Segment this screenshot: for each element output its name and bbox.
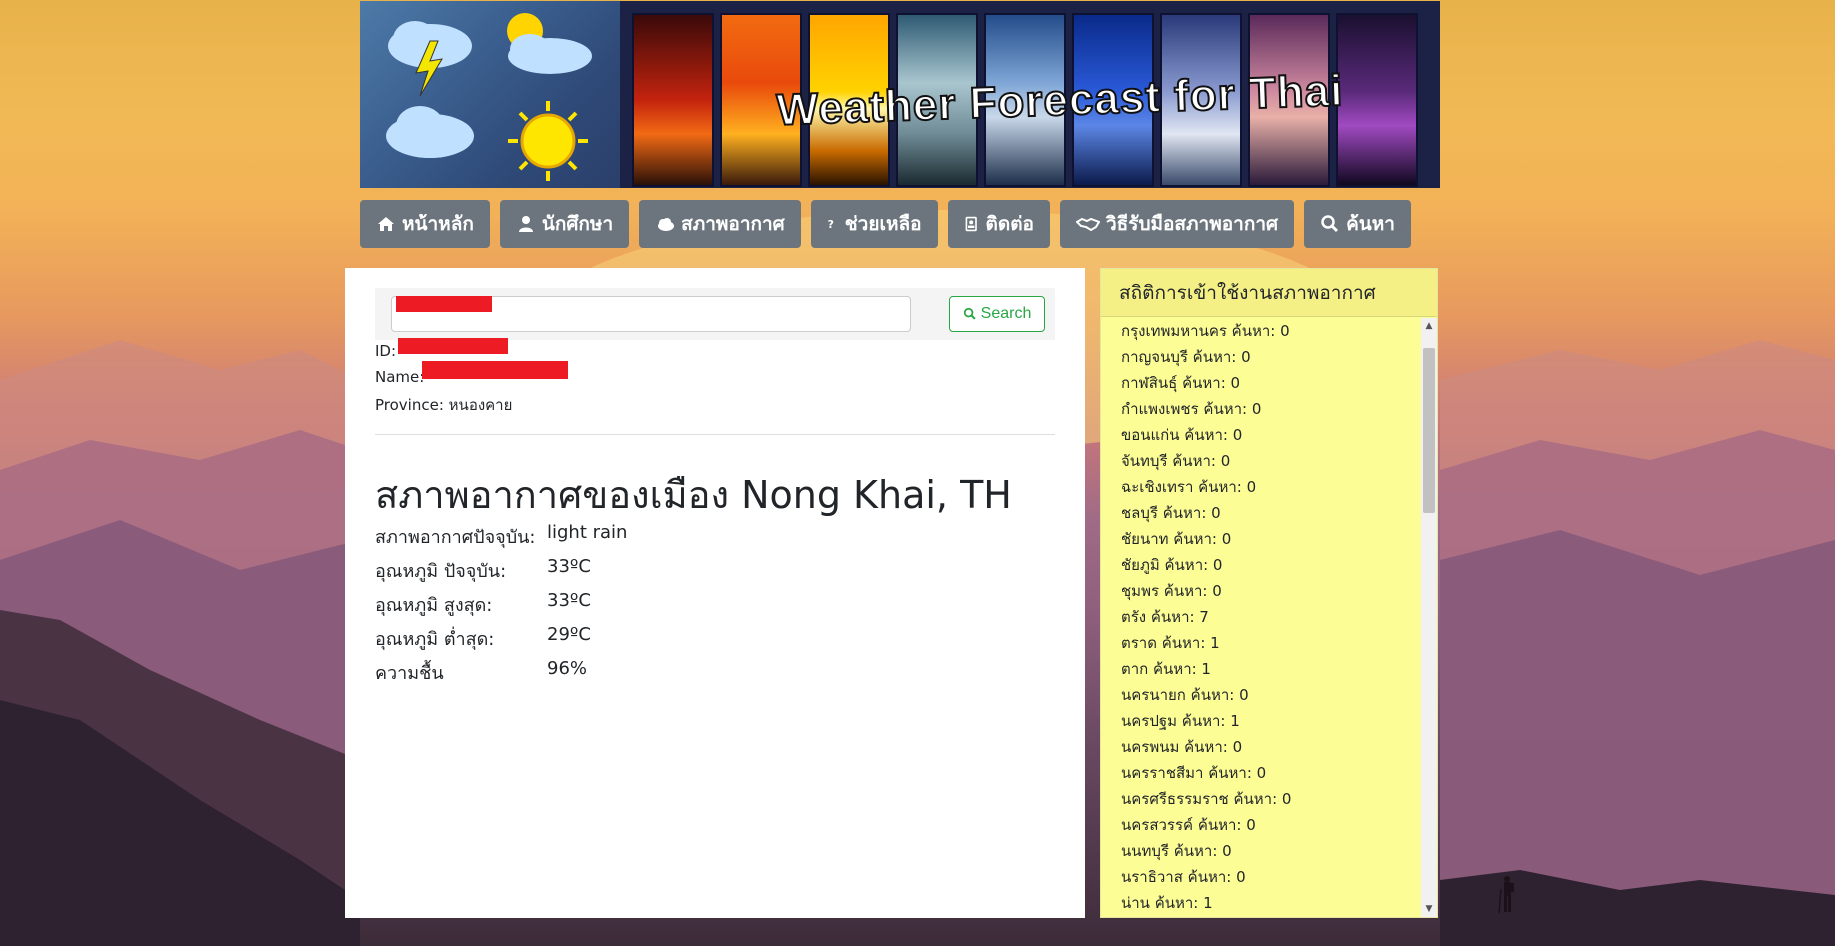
redaction-bar [422,361,568,379]
stats-list-item: นครปฐม ค้นหา: 1 [1121,712,1240,730]
weather-value: 33ºC [547,590,591,611]
weather-value: 29ºC [547,624,591,645]
nav-help-label: ช่วยเหลือ [844,213,922,235]
user-icon [518,216,533,232]
search-icon [1321,215,1339,233]
storm-cloud-icon [388,21,472,97]
nav-search-label: ค้นหา [1346,213,1395,235]
nav-help-button[interactable]: ? ช่วยเหลือ [810,200,938,248]
weather-value: light rain [547,522,628,543]
stats-scrollbar[interactable]: ▲ ▼ [1421,318,1437,917]
sun-icon [508,101,588,181]
stats-list-item: ชัยภูมิ ค้นหา: 0 [1121,556,1223,574]
student-search-bar: Search [375,288,1055,340]
stats-list-item: นครสวรรค์ ค้นหา: 0 [1121,816,1256,834]
stats-list-item: กาญจนบุรี ค้นหา: 0 [1121,348,1251,366]
stats-list-item: ชุมพร ค้นหา: 0 [1121,582,1222,600]
stats-list-item: ชลบุรี ค้นหา: 0 [1121,504,1221,522]
weather-row: สภาพอากาศปัจจุบัน: light rain [375,522,627,551]
stats-list[interactable]: กรุงเทพมหานคร ค้นหา: 0 กาญจนบุรี ค้นหา: 0… [1101,318,1423,917]
stats-panel: สถิติการเข้าใช้งานสภาพอากาศ กรุงเทพมหานค… [1100,268,1438,918]
stats-list-item: นครพนม ค้นหา: 0 [1121,738,1243,756]
weather-row: อุณหภูมิ สูงสุด: 33ºC [375,590,591,619]
nav-contact-button[interactable]: ติดต่อ [947,200,1050,248]
weather-label: อุณหภูมิ ต่ำสุด: [375,629,495,650]
hiker-silhouette [1498,876,1514,914]
weather-label: อุณหภูมิ ปัจจุบัน: [375,561,507,582]
student-province-row: Province: หนองคาย [375,393,512,417]
scroll-up-arrow-icon[interactable]: ▲ [1421,318,1437,334]
nav-student-button[interactable]: นักศึกษา [499,200,630,248]
stats-list-item: ชัยนาท ค้นหา: 0 [1121,530,1232,548]
nav-weather-label: สภาพอากาศ [681,213,785,235]
divider [375,434,1055,435]
student-name-label: Name: [375,368,425,386]
cloud-icon [386,106,474,158]
student-id-label: ID: [375,342,397,360]
contact-card-icon [965,216,977,232]
stats-list-item: กาฬสินธุ์ ค้นหา: 0 [1121,374,1241,392]
main-panel: Search ID: Name: Province: หนองคาย สภาพอ… [345,268,1085,918]
stats-list-item: ตราด ค้นหา: 1 [1121,634,1220,652]
nav-search-button[interactable]: ค้นหา [1304,200,1411,248]
nav-student-label: นักศึกษา [541,213,614,235]
weather-row: อุณหภูมิ ต่ำสุด: 29ºC [375,624,591,653]
stats-title: สถิติการเข้าใช้งานสภาพอากาศ [1101,269,1437,317]
weather-value: 33ºC [547,556,591,577]
stats-list-item: กรุงเทพมหานคร ค้นหา: 0 [1121,322,1290,340]
stats-list-item: ตรัง ค้นหา: 7 [1121,608,1209,626]
redaction-bar [398,338,508,354]
stats-list-item: นครราชสีมา ค้นหา: 0 [1121,764,1267,782]
home-icon [378,217,394,231]
svg-text:?: ? [827,218,833,231]
banner-weather-icons [360,1,620,188]
weather-row: ความชื้น 96% [375,658,587,687]
redaction-bar [396,296,492,312]
weather-row: อุณหภูมิ ปัจจุบัน: 33ºC [375,556,591,585]
stats-list-item: นครนายก ค้นหา: 0 [1121,686,1249,704]
stats-list-item: นนทบุรี ค้นหา: 0 [1121,842,1232,860]
stats-list-item: ฉะเชิงเทรา ค้นหา: 0 [1121,478,1257,496]
student-province-value: หนองคาย [448,396,513,414]
sun-cloud-icon [507,13,592,74]
nav-weather-button[interactable]: สภาพอากาศ [639,200,801,248]
weather-label: สภาพอากาศปัจจุบัน: [375,527,536,548]
site-banner: Weather Forecast for Thai [360,1,1440,188]
weather-label: อุณหภูมิ สูงสุด: [375,595,493,616]
nav-weather-guide-label: วิธีรับมือสภาพอากาศ [1105,213,1279,235]
stats-list-item: ตาก ค้นหา: 1 [1121,660,1211,678]
weather-value: 96% [547,658,588,679]
weather-city-heading: สภาพอากาศของเมือง Nong Khai, TH [375,473,1012,517]
nav-weather-guide-button[interactable]: วิธีรับมือสภาพอากาศ [1059,200,1295,248]
handshake-icon [1075,217,1100,232]
question-icon: ? [827,218,833,231]
search-icon [963,307,976,320]
scrollbar-thumb[interactable] [1423,348,1435,513]
nav-home-label: หน้าหลัก [402,213,474,235]
search-button[interactable]: Search [949,296,1045,332]
stats-list-item: น่าน ค้นหา: 1 [1121,894,1213,912]
nav-contact-label: ติดต่อ [985,213,1034,235]
weather-label: ความชื้น [375,663,444,684]
student-id-row: ID: [375,342,396,360]
nav-home-button[interactable]: หน้าหลัก [360,200,490,248]
stats-list-item: นครศรีธรรมราช ค้นหา: 0 [1121,790,1292,808]
search-button-label: Search [980,305,1032,322]
main-nav: หน้าหลัก นักศึกษา สภาพอากาศ ? ช่วยเหลือ … [360,200,1411,248]
student-province-label: Province: [375,396,444,414]
scroll-down-arrow-icon[interactable]: ▼ [1421,901,1437,917]
stats-list-item: นราธิวาส ค้นหา: 0 [1121,868,1246,886]
cloud-icon [658,218,675,231]
stats-list-item: จันทบุรี ค้นหา: 0 [1121,452,1231,470]
stats-list-item: ขอนแก่น ค้นหา: 0 [1121,426,1243,444]
stats-list-item: กำแพงเพชร ค้นหา: 0 [1121,400,1262,418]
student-name-row: Name: [375,368,424,386]
